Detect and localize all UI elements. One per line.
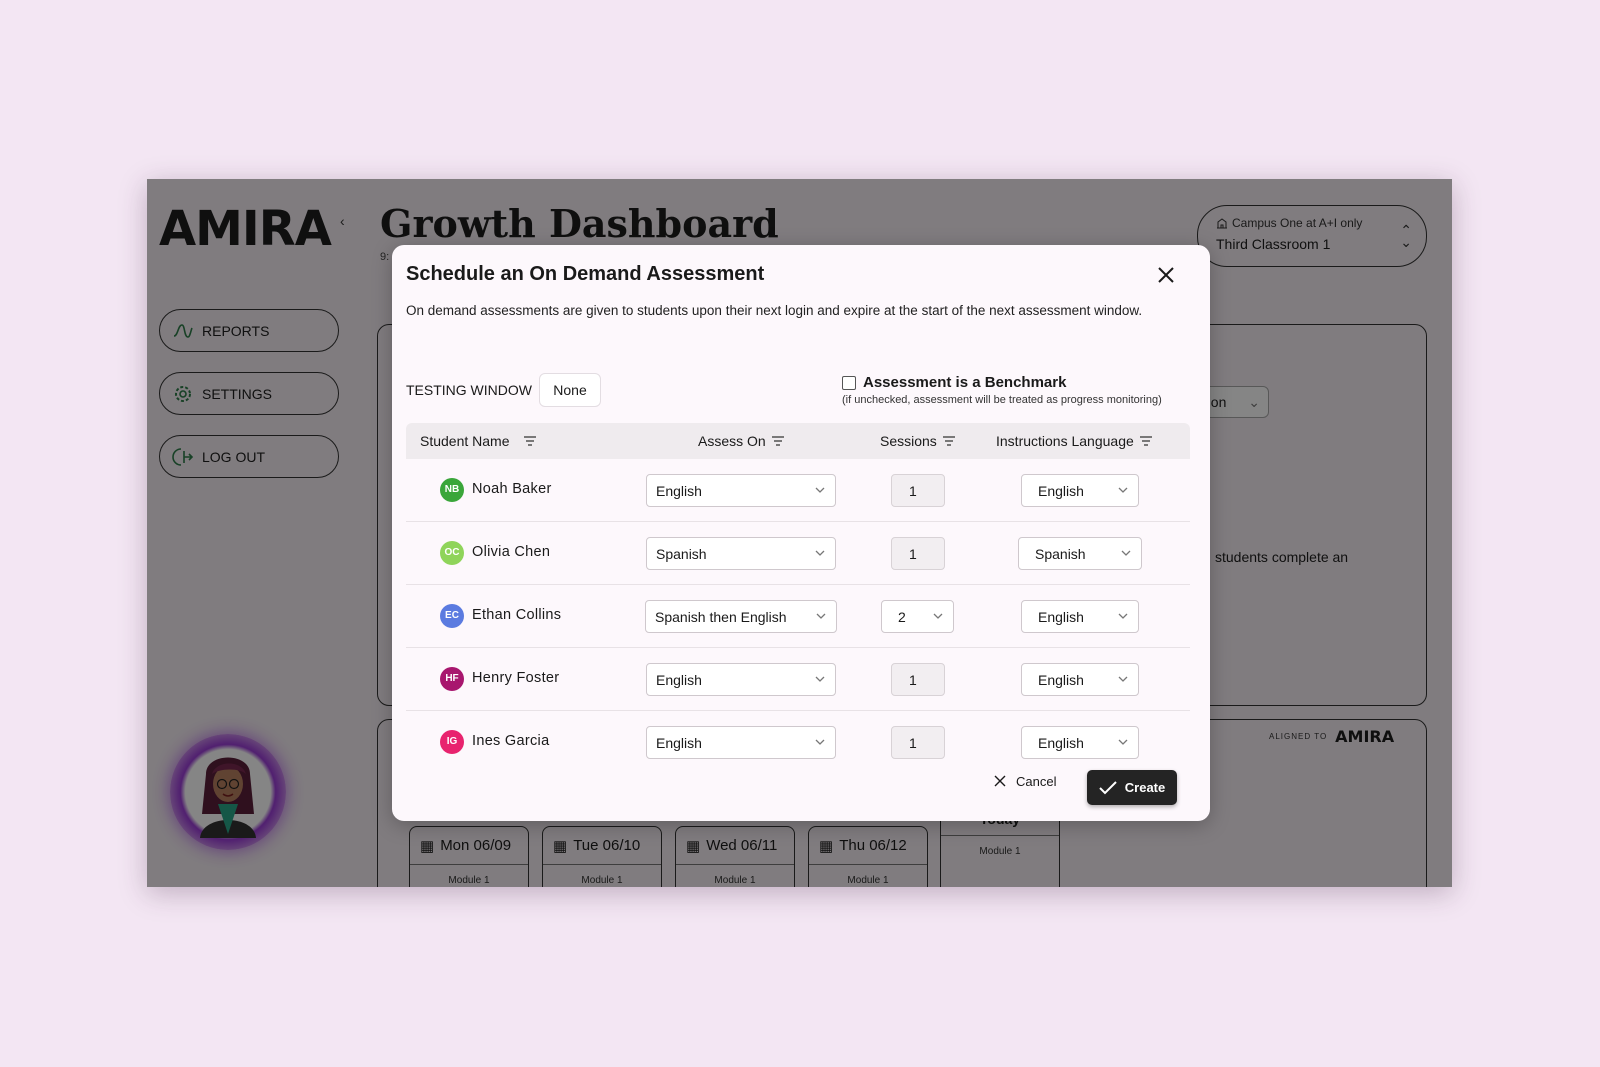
- filter-icon[interactable]: [523, 436, 536, 446]
- assess-on-select[interactable]: English: [646, 726, 836, 759]
- instructions-language-value: English: [1038, 672, 1084, 688]
- student-initials-badge: HF: [440, 667, 464, 691]
- create-button[interactable]: Create: [1087, 770, 1177, 805]
- instructions-language-select[interactable]: English: [1021, 600, 1139, 633]
- instructions-language-select[interactable]: English: [1021, 474, 1139, 507]
- instructions-language-value: Spanish: [1035, 546, 1086, 562]
- table-row: OC Olivia Chen Spanish 1 Spanish: [406, 522, 1190, 585]
- sessions-value: 2: [898, 609, 906, 625]
- table-header: Student Name Assess On Sessions Instruct…: [406, 423, 1190, 459]
- student-initials-badge: EC: [440, 604, 464, 628]
- chevron-down-icon: [1121, 550, 1131, 556]
- sessions-select[interactable]: 2: [881, 600, 954, 633]
- instructions-language-value: English: [1038, 609, 1084, 625]
- assess-on-select[interactable]: English: [646, 663, 836, 696]
- testing-window-select[interactable]: None: [539, 373, 601, 407]
- table-row: HF Henry Foster English 1 English: [406, 648, 1190, 711]
- benchmark-note: (if unchecked, assessment will be treate…: [842, 394, 1162, 406]
- close-icon: [994, 775, 1006, 787]
- benchmark-checkbox[interactable]: [842, 376, 856, 390]
- col-instructions-language-label: Instructions Language: [996, 433, 1134, 449]
- student-name: Ines Garcia: [472, 733, 550, 749]
- assess-on-value: English: [656, 483, 702, 499]
- sessions-field[interactable]: 1: [891, 537, 945, 570]
- student-name: Henry Foster: [472, 670, 560, 686]
- chevron-down-icon: [815, 487, 825, 493]
- table-row: NB Noah Baker English 1 English: [406, 459, 1190, 522]
- chevron-down-icon: [1118, 613, 1128, 619]
- modal-title: Schedule an On Demand Assessment: [406, 263, 765, 285]
- student-initials-badge: IG: [440, 730, 464, 754]
- col-assess-on-label: Assess On: [698, 433, 766, 449]
- benchmark-label[interactable]: Assessment is a Benchmark: [863, 374, 1066, 391]
- student-initials-badge: OC: [440, 541, 464, 565]
- cancel-button[interactable]: Cancel: [986, 766, 1064, 796]
- col-instructions-language[interactable]: Instructions Language: [996, 433, 1152, 449]
- col-assess-on[interactable]: Assess On: [698, 433, 784, 449]
- student-initials-badge: NB: [440, 478, 464, 502]
- student-name: Olivia Chen: [472, 544, 551, 560]
- chevron-down-icon: [815, 676, 825, 682]
- instructions-language-select[interactable]: English: [1021, 726, 1139, 759]
- col-sessions[interactable]: Sessions: [880, 433, 955, 449]
- chevron-down-icon: [815, 550, 825, 556]
- student-name: Noah Baker: [472, 481, 552, 497]
- assess-on-value: English: [656, 735, 702, 751]
- testing-window-label: TESTING WINDOW: [406, 382, 532, 398]
- assess-on-select[interactable]: Spanish then English: [645, 600, 837, 633]
- close-icon[interactable]: [1154, 263, 1178, 287]
- col-sessions-label: Sessions: [880, 433, 937, 449]
- cancel-label: Cancel: [1016, 773, 1057, 789]
- filter-icon[interactable]: [771, 436, 784, 446]
- modal-description: On demand assessments are given to stude…: [406, 303, 1143, 318]
- sessions-field[interactable]: 1: [891, 663, 945, 696]
- col-student-name[interactable]: Student Name: [420, 433, 536, 449]
- filter-icon[interactable]: [942, 436, 955, 446]
- student-name: Ethan Collins: [472, 607, 562, 623]
- table-row: IG Ines Garcia English 1 English: [406, 711, 1190, 763]
- schedule-assessment-modal: Schedule an On Demand Assessment On dema…: [392, 245, 1210, 821]
- chevron-down-icon: [816, 613, 826, 619]
- chevron-down-icon: [815, 739, 825, 745]
- table-row: EC Ethan Collins Spanish then English 2 …: [406, 585, 1190, 648]
- assess-on-select[interactable]: Spanish: [646, 537, 836, 570]
- chevron-down-icon: [1118, 739, 1128, 745]
- instructions-language-select[interactable]: English: [1021, 663, 1139, 696]
- instructions-language-value: English: [1038, 735, 1084, 751]
- assess-on-value: English: [656, 672, 702, 688]
- chevron-down-icon: [933, 613, 943, 619]
- instructions-language-select[interactable]: Spanish: [1018, 537, 1142, 570]
- check-icon: [1099, 780, 1117, 794]
- assess-on-value: Spanish: [656, 546, 707, 562]
- instructions-language-value: English: [1038, 483, 1084, 499]
- col-student-name-label: Student Name: [420, 433, 510, 449]
- sessions-field[interactable]: 1: [891, 726, 945, 759]
- chevron-down-icon: [1118, 676, 1128, 682]
- filter-icon[interactable]: [1139, 436, 1152, 446]
- chevron-down-icon: [1118, 487, 1128, 493]
- sessions-field[interactable]: 1: [891, 474, 945, 507]
- assess-on-select[interactable]: English: [646, 474, 836, 507]
- students-table: Student Name Assess On Sessions Instruct…: [406, 423, 1190, 763]
- create-label: Create: [1124, 780, 1166, 795]
- assess-on-value: Spanish then English: [655, 609, 787, 625]
